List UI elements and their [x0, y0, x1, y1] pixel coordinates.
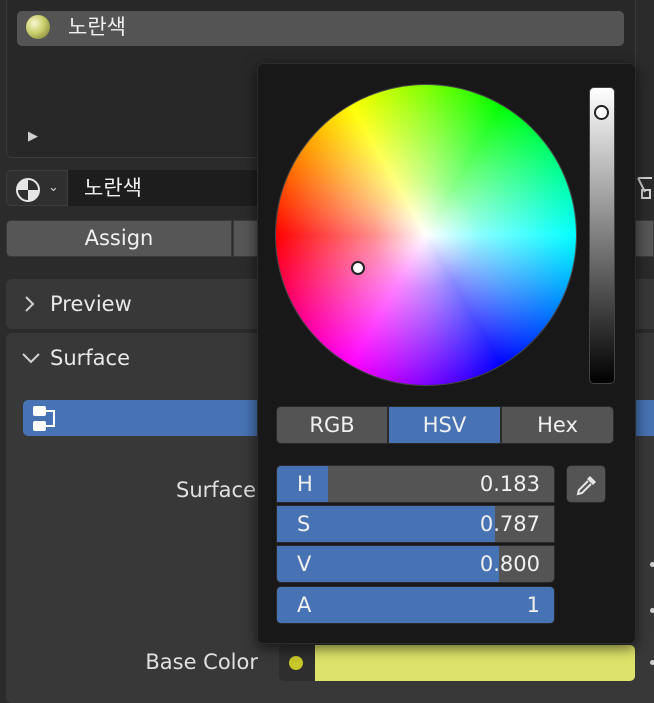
node-tree-icon[interactable]	[636, 172, 654, 206]
alpha-field[interactable]: A 1	[276, 586, 555, 624]
material-name: 노란색	[84, 176, 142, 200]
eyedropper-button[interactable]	[566, 465, 606, 503]
material-sphere-icon	[16, 178, 40, 202]
tab-hsv[interactable]: HSV	[388, 406, 501, 444]
socket-dot-icon	[650, 562, 654, 567]
socket-dot-icon	[650, 608, 654, 613]
socket-dot-icon	[289, 656, 303, 670]
eyedropper-icon	[576, 476, 596, 496]
value-slider[interactable]	[589, 87, 615, 384]
alpha-value: 1	[526, 593, 540, 617]
socket-dot-icon	[650, 660, 654, 665]
assign-button[interactable]: Assign	[6, 220, 232, 257]
material-slot-name: 노란색	[68, 15, 126, 39]
color-wheel-cursor[interactable]	[351, 261, 365, 275]
surface-property-label: Surface	[175, 478, 256, 502]
chevron-down-icon: ⌄	[48, 180, 59, 195]
alpha-label: A	[297, 593, 312, 617]
tab-hex[interactable]: Hex	[501, 406, 614, 444]
chevron-right-icon	[25, 296, 35, 312]
deselect-button[interactable]	[634, 220, 654, 257]
tab-rgb[interactable]: RGB	[276, 406, 388, 444]
value-slider-handle[interactable]	[594, 105, 609, 120]
saturation-value: 0.787	[479, 512, 540, 536]
saturation-label: S	[297, 512, 311, 536]
panel-title-preview: Preview	[50, 292, 132, 316]
hue-value: 0.183	[479, 472, 540, 496]
hue-label: H	[297, 472, 313, 496]
value-value: 0.800	[479, 552, 540, 576]
chevron-down-icon[interactable]	[20, 344, 42, 372]
value-label: V	[297, 552, 312, 576]
saturation-field[interactable]: S 0.787	[276, 505, 555, 543]
value-field[interactable]: V 0.800	[276, 545, 555, 583]
hue-field[interactable]: H 0.183	[276, 465, 555, 503]
alpha-fill	[277, 587, 554, 623]
triangle-right-icon[interactable]: ▶	[28, 128, 38, 146]
material-preview-sphere-icon	[26, 15, 50, 39]
panel-title-surface: Surface	[50, 346, 131, 370]
hue-saturation-wheel[interactable]	[276, 85, 576, 385]
base-color-label: Base Color	[145, 650, 258, 674]
base-color-swatch[interactable]	[315, 645, 635, 681]
node-editor-icon	[33, 406, 55, 431]
